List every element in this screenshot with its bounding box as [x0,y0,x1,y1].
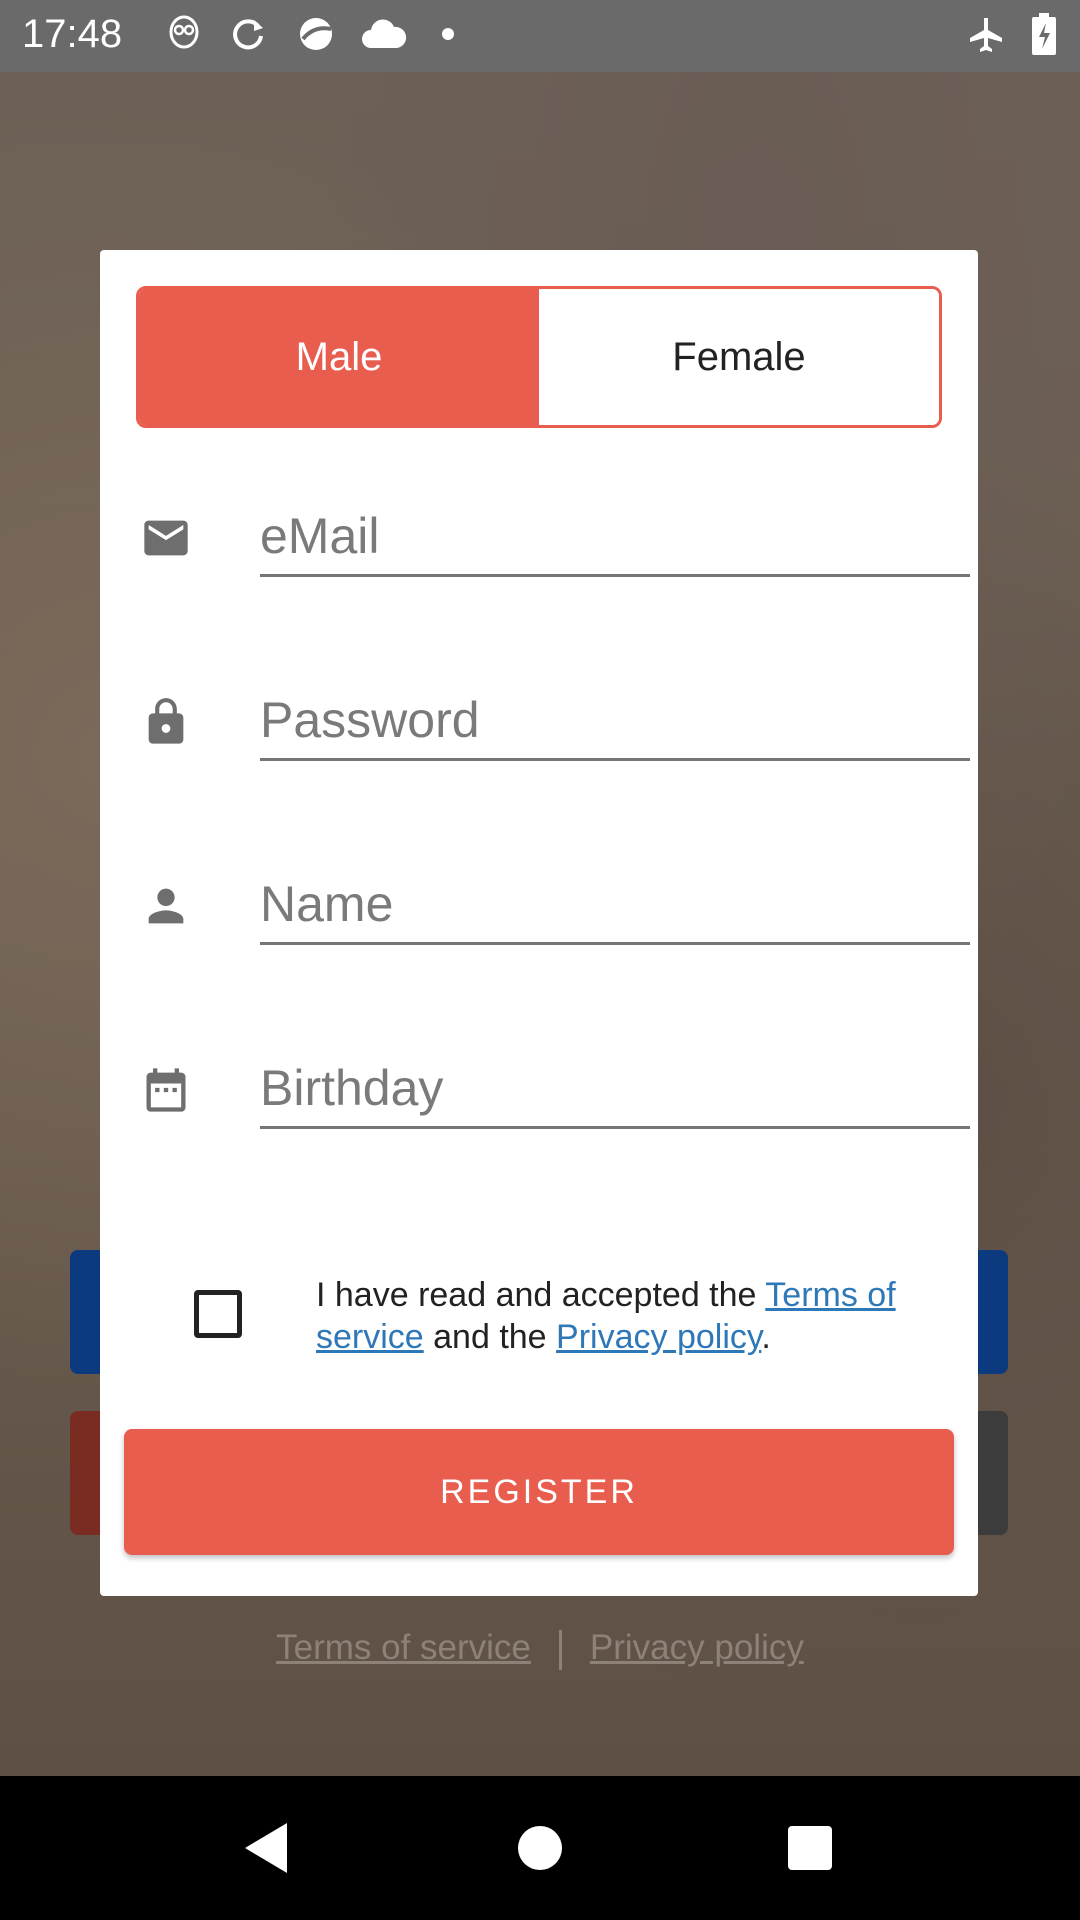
sync-icon [228,14,268,54]
person-icon [148,888,184,924]
email-input[interactable] [260,498,970,577]
birthday-input[interactable] [260,1050,970,1129]
airplane-mode-icon [966,14,1006,54]
battery-charging-icon [1024,13,1064,55]
back-icon[interactable] [236,1818,296,1878]
register-button[interactable]: REGISTER [124,1429,954,1555]
male-option[interactable]: Male [139,289,539,425]
status-time: 17:48 [22,12,123,56]
name-field [140,866,970,966]
terms-text-before: I have read and accepted the [316,1276,766,1314]
terms-text-middle: and the [423,1318,557,1356]
terms-text: I have read and accepted the Terms of se… [316,1274,946,1358]
home-icon[interactable] [510,1818,570,1878]
calendar-icon [146,1068,186,1112]
status-bar: 17:48 [0,0,1080,72]
recents-icon[interactable] [780,1818,840,1878]
terms-text-after: . [761,1318,771,1356]
registration-dialog: Male Female I have read and accepted the… [100,250,978,1596]
cloud-icon [360,14,408,54]
footer-privacy-link[interactable]: Privacy policy [590,1628,804,1667]
footer-terms-link[interactable]: Terms of service [276,1628,531,1667]
password-input[interactable] [260,682,970,761]
browser-icon [296,14,336,54]
footer-separator [558,1629,562,1670]
lock-icon [148,698,184,744]
name-input[interactable] [260,866,970,945]
privacy-policy-link[interactable]: Privacy policy [556,1318,761,1356]
terms-checkbox[interactable] [194,1290,242,1338]
email-field [140,498,970,598]
navigation-bar [0,1776,1080,1920]
dot-icon [428,14,468,54]
password-field [140,682,970,782]
alien-icon [164,14,204,54]
footer-links: Terms of service Privacy policy [0,1628,1080,1670]
female-option[interactable]: Female [539,289,939,425]
mail-icon [144,520,188,556]
gender-toggle: Male Female [136,286,942,428]
birthday-field [140,1050,970,1150]
